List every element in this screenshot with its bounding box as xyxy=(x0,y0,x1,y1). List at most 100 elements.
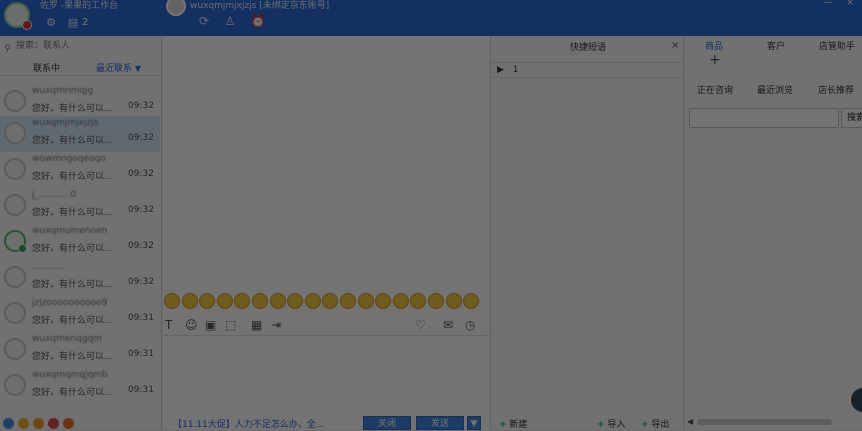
emoji-icon[interactable] xyxy=(375,293,392,309)
emoji-icon[interactable] xyxy=(269,293,286,309)
subtab-recommend[interactable]: 店长推荐 xyxy=(818,83,854,96)
chat-title: wuxqmjmjxjzjs [未绑定京东账号] xyxy=(190,1,330,11)
send-options-chevron-icon[interactable]: ▼ xyxy=(467,416,481,430)
emoji-icon[interactable] xyxy=(164,293,180,309)
contact-name: wowmngoqeoqo xyxy=(32,154,106,164)
emoji-icon[interactable]: ☺ xyxy=(185,318,198,332)
tab-products[interactable]: 商品 xyxy=(705,39,723,52)
contact-name: wuxqmumenoen xyxy=(32,226,108,236)
doc-icon[interactable] xyxy=(63,418,74,429)
close-window-button[interactable]: × xyxy=(846,0,854,8)
tab-contacting[interactable]: 联系中 xyxy=(33,61,60,74)
favorite-icon[interactable]: ♡ xyxy=(415,318,426,332)
horizontal-scrollbar[interactable]: ◀ xyxy=(685,416,862,428)
contact-card-icon[interactable]: ▤ xyxy=(66,16,80,30)
contact-item[interactable]: wuxqmumenoen 您好，有什么可以... 09:32 xyxy=(0,224,160,260)
phrase-group-label: 1 xyxy=(512,65,519,75)
subtab-consulting[interactable]: 正在咨询 xyxy=(697,83,733,96)
file-send-icon[interactable]: ⇥ xyxy=(271,318,281,332)
contact-time: 09:31 xyxy=(128,385,154,395)
tab-store-assistant[interactable]: 店管助手 xyxy=(819,39,855,52)
contact-last-message: 您好，有什么可以... xyxy=(32,208,113,218)
emoji-icon[interactable] xyxy=(322,293,339,309)
people-icon[interactable] xyxy=(3,418,14,429)
sidebar-bottom-bar xyxy=(0,416,162,430)
scroll-left-icon[interactable]: ◀ xyxy=(687,417,693,426)
emoji-icon[interactable] xyxy=(304,293,321,309)
product-search-button[interactable]: 搜索 xyxy=(841,108,862,128)
new-phrase-button[interactable]: + 新建 xyxy=(499,417,527,430)
scroll-thumb[interactable] xyxy=(697,419,832,425)
chevron-down-icon: ▼ xyxy=(134,64,142,73)
tab-recent-label: 最近联系 xyxy=(96,64,133,74)
send-button[interactable]: 发送 xyxy=(416,416,464,430)
contact-avatar xyxy=(4,158,26,180)
history-icon[interactable]: ◷ xyxy=(465,318,475,332)
chat-footer: 【11.11大促】人力不足怎么办，全... 关闭 发送 ▼ xyxy=(163,416,490,430)
contact-name: wuxqmjmjxjzjs xyxy=(32,118,99,128)
table-icon[interactable]: ▦ xyxy=(251,318,262,332)
emoji-icon[interactable] xyxy=(287,293,304,309)
emoji-icon[interactable] xyxy=(410,293,427,309)
contact-avatar xyxy=(4,90,26,112)
text-format-icon[interactable]: T xyxy=(165,318,172,332)
contact-item[interactable]: wowmngoqeoqo 您好，有什么可以... 09:32 xyxy=(0,152,160,188)
screenshot-icon[interactable]: ⬚ xyxy=(225,318,236,332)
emoji-icon[interactable] xyxy=(199,293,216,309)
quick-reply-icon[interactable]: ✉ xyxy=(443,318,453,332)
emoji-icon[interactable] xyxy=(357,293,374,309)
emoji-icon[interactable] xyxy=(234,293,251,309)
chat-contact-avatar[interactable] xyxy=(166,0,186,16)
tab-recent[interactable]: 最近联系 ▼ xyxy=(96,61,141,74)
gear-icon[interactable]: ⚙ xyxy=(44,16,58,30)
emoji-icon[interactable] xyxy=(463,293,480,309)
export-button[interactable]: + 导出 xyxy=(641,417,669,430)
close-icon[interactable]: × xyxy=(671,40,679,51)
contact-avatar xyxy=(4,122,26,144)
contact-count: 2 xyxy=(82,17,89,28)
stop-icon[interactable] xyxy=(48,418,59,429)
emoji-icon[interactable] xyxy=(445,293,462,309)
contact-item[interactable]: wuxqmqmqjqmb 您好，有什么可以... 09:31 xyxy=(0,368,160,404)
alarm-icon[interactable]: ⏰ xyxy=(250,14,266,28)
quick-phrases-title: 快捷短语 xyxy=(569,43,606,53)
emoji-icon[interactable] xyxy=(252,293,268,309)
contact-name: j_...........0 xyxy=(32,190,77,200)
phrase-group-row[interactable]: ▶ 1 xyxy=(491,62,685,78)
contact-sidebar: ⚲ 搜索：联系人 联系中 最近联系 ▼ wuxqmnmqjg 您好，有什么可以.… xyxy=(0,36,162,430)
promo-link[interactable]: 【11.11大促】人力不足怎么办，全... xyxy=(173,417,324,430)
emoji-icon[interactable] xyxy=(340,293,356,309)
smile-icon[interactable] xyxy=(18,418,29,429)
product-search-input[interactable] xyxy=(689,108,839,128)
emoji-icon[interactable] xyxy=(216,293,233,309)
search-icon: ⚲ xyxy=(4,44,11,54)
emoji-icon[interactable] xyxy=(181,293,198,309)
contact-item[interactable]: jzjzoooooooooo9 您好，有什么可以... 09:31 xyxy=(0,296,160,332)
close-chat-button[interactable]: 关闭 xyxy=(363,416,411,430)
contact-item-selected[interactable]: wuxqmjmjxjzjs 您好，有什么可以... 09:32 xyxy=(0,116,160,152)
contact-search-input[interactable]: ⚲ 搜索：联系人 xyxy=(2,38,160,54)
contact-time: 09:32 xyxy=(128,205,154,215)
emoji-icon[interactable] xyxy=(428,293,444,309)
user-menu-icon[interactable]: ♙ xyxy=(222,14,238,28)
contact-item[interactable]: wuxqmnmqjg 您好，有什么可以... 09:32 xyxy=(0,84,160,120)
contact-last-message: 您好，有什么可以... xyxy=(32,352,113,362)
contact-item[interactable]: wuxqmenqgqm 您好，有什么可以... 09:31 xyxy=(0,332,160,368)
tab-customers[interactable]: 客户 xyxy=(767,39,785,52)
image-icon[interactable]: ▣ xyxy=(205,318,216,332)
contact-avatar xyxy=(4,374,26,396)
chat-toolbar: T ☺ ▣ ⬚ ▦ ⇥ ♡ ✉ ◷ xyxy=(163,316,490,336)
contact-time: 09:32 xyxy=(128,277,154,287)
refresh-icon[interactable]: ⟳ xyxy=(196,14,212,28)
contact-item[interactable]: ........... 您好，有什么可以... 09:32 xyxy=(0,260,160,296)
minimize-button[interactable]: — xyxy=(823,0,833,8)
search-placeholder: 搜索：联系人 xyxy=(16,41,71,51)
monitor-icon[interactable] xyxy=(33,418,44,429)
emoji-icon[interactable] xyxy=(392,293,409,309)
contact-item[interactable]: j_...........0 您好，有什么可以... 09:32 xyxy=(0,188,160,224)
add-tab-icon[interactable]: + xyxy=(709,52,721,68)
message-input[interactable] xyxy=(163,336,490,414)
subtab-recent-browse[interactable]: 最近浏览 xyxy=(757,83,793,96)
import-icon: + xyxy=(597,420,605,430)
import-button[interactable]: + 导入 xyxy=(597,417,625,430)
